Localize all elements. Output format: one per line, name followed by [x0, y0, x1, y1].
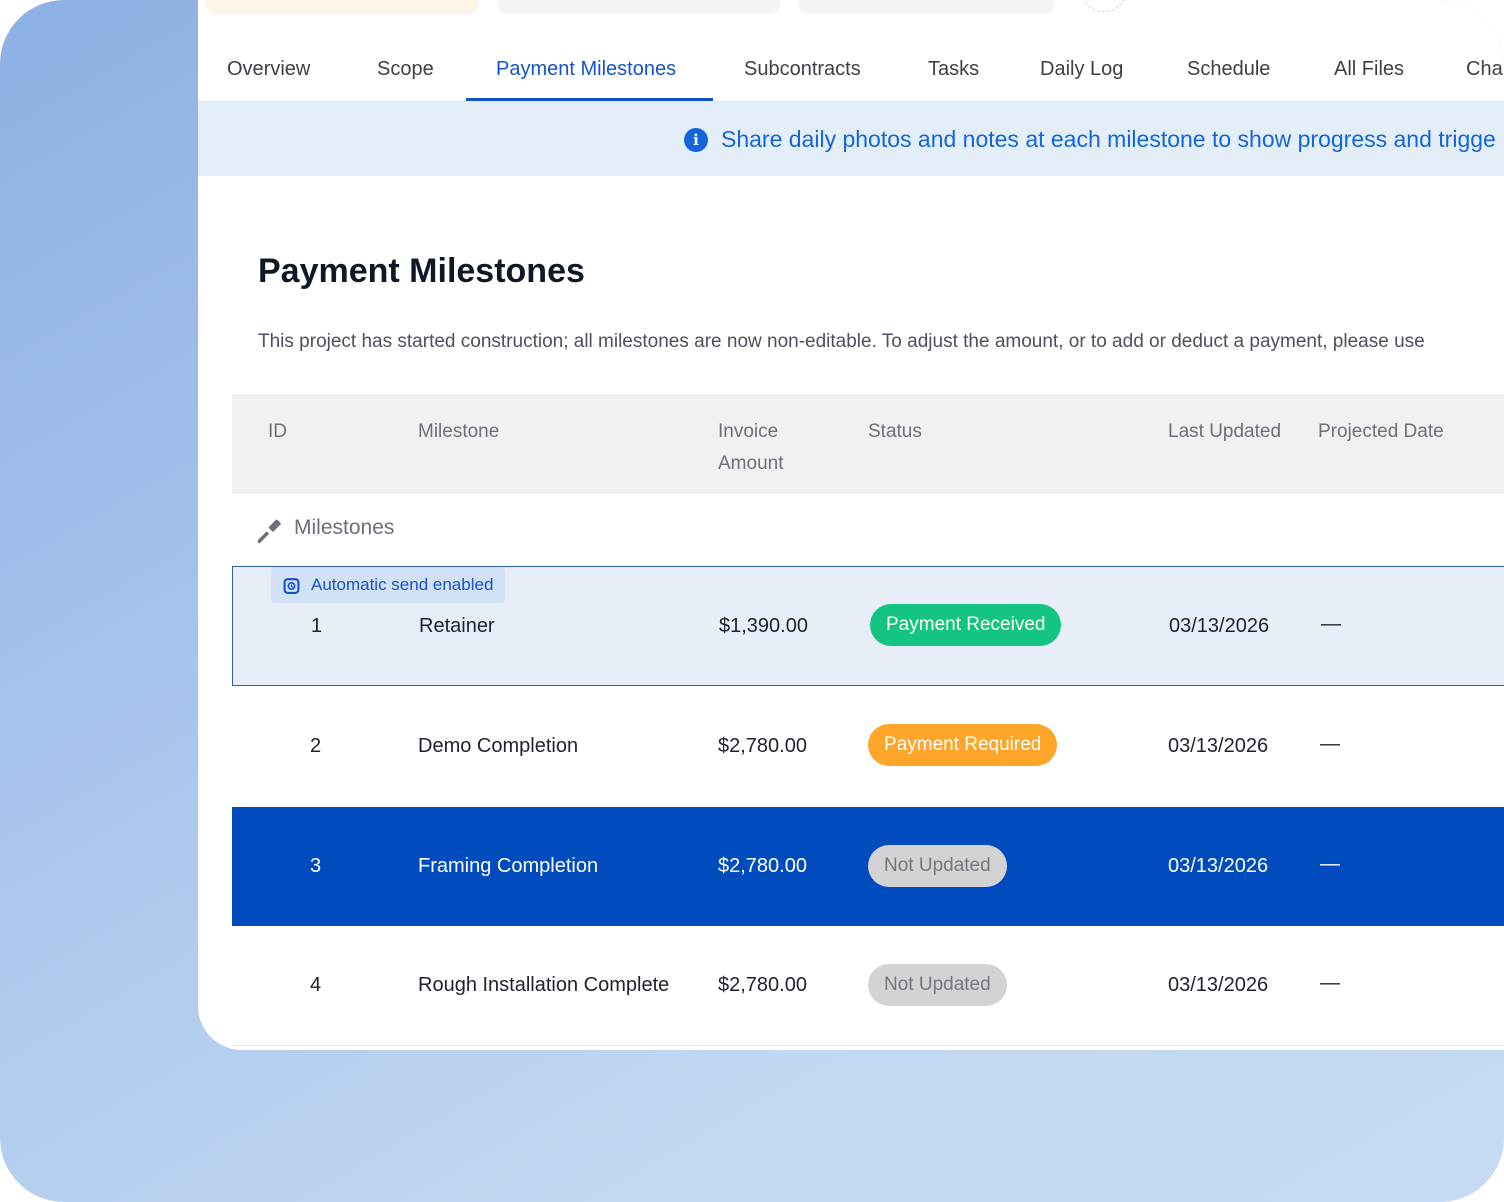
- tab-daily-log[interactable]: Daily Log: [1040, 48, 1123, 102]
- row-milestone: Framing Completion: [418, 855, 599, 877]
- row-projected-date: —: [1320, 733, 1340, 755]
- column-header-projected-date: Projected Date: [1318, 421, 1444, 442]
- tab-tasks[interactable]: Tasks: [928, 48, 979, 102]
- auto-send-label: Automatic send enabled: [311, 575, 494, 594]
- info-banner: i Share daily photos and notes at each m…: [198, 102, 1504, 176]
- column-header-status: Status: [868, 421, 922, 442]
- row-amount: $1,390.00: [719, 615, 808, 637]
- banner-text: Share daily photos and notes at each mil…: [721, 126, 1496, 152]
- row-projected-date: —: [1321, 613, 1341, 635]
- table-row[interactable]: Automatic send enabled 1 Retainer $1,390…: [232, 566, 1504, 686]
- top-pill[interactable]: [798, 0, 1054, 14]
- table-row-selected[interactable]: 3 Framing Completion $2,780.00 Not Updat…: [232, 807, 1504, 927]
- row-id: 4: [310, 974, 322, 996]
- tab-all-files[interactable]: All Files: [1334, 48, 1404, 102]
- group-label: Milestones: [294, 516, 395, 539]
- row-amount: $2,780.00: [718, 735, 807, 757]
- row-milestone: Rough Installation Complete: [418, 974, 670, 996]
- row-projected-date: —: [1320, 972, 1340, 994]
- tab-overview[interactable]: Overview: [227, 48, 310, 102]
- row-last-updated: 03/13/2026: [1168, 855, 1269, 877]
- status-badge: Payment Required: [868, 724, 1058, 766]
- row-last-updated: 03/13/2026: [1168, 735, 1269, 757]
- row-milestone: Demo Completion: [418, 735, 579, 757]
- column-header-invoice-amount: Invoice Amount: [718, 416, 783, 480]
- row-milestone: Retainer: [419, 615, 495, 637]
- avatar-placeholder[interactable]: [1084, 0, 1124, 12]
- background-frame: Overview Scope Payment Milestones Subcon…: [0, 0, 1504, 1202]
- active-tab-indicator: [466, 98, 713, 101]
- table-header: ID Milestone Invoice Amount Status Last …: [232, 394, 1504, 494]
- auto-send-badge: Automatic send enabled: [271, 567, 506, 603]
- top-pill[interactable]: [498, 0, 780, 14]
- column-header-id: ID: [268, 421, 287, 442]
- row-id: 1: [311, 615, 323, 637]
- row-amount: $2,780.00: [718, 974, 807, 996]
- info-icon: i: [684, 128, 708, 152]
- row-last-updated: 03/13/2026: [1168, 974, 1269, 996]
- tab-cha[interactable]: Cha: [1466, 48, 1503, 102]
- column-header-invoice-line1: Invoice: [718, 421, 779, 442]
- row-projected-date: —: [1320, 853, 1340, 875]
- milestone-group-header: Milestones: [232, 494, 1504, 566]
- column-header-last-updated: Last Updated: [1168, 421, 1282, 442]
- status-badge: Not Updated: [868, 845, 1007, 887]
- app-window: Overview Scope Payment Milestones Subcon…: [198, 0, 1504, 1050]
- column-header-invoice-line2: Amount: [718, 453, 784, 474]
- tab-scope[interactable]: Scope: [377, 48, 434, 102]
- row-id: 2: [310, 735, 322, 757]
- tab-payment-milestones[interactable]: Payment Milestones: [496, 48, 676, 102]
- row-id: 3: [310, 855, 322, 877]
- row-last-updated: 03/13/2026: [1169, 615, 1270, 637]
- page-description: This project has started construction; a…: [258, 331, 1425, 352]
- tab-schedule[interactable]: Schedule: [1187, 48, 1270, 102]
- row-amount: $2,780.00: [718, 855, 807, 877]
- page-title: Payment Milestones: [258, 252, 585, 290]
- top-pill[interactable]: [206, 0, 478, 14]
- tab-subcontracts[interactable]: Subcontracts: [744, 48, 861, 102]
- hammer-icon: [258, 519, 281, 544]
- column-header-milestone: Milestone: [418, 421, 500, 442]
- table-row[interactable]: 2 Demo Completion $2,780.00 Payment Requ…: [232, 686, 1504, 806]
- tab-bar: Overview Scope Payment Milestones Subcon…: [198, 48, 1504, 102]
- clock-icon: [283, 578, 300, 594]
- table-row[interactable]: 4 Rough Installation Complete $2,780.00 …: [232, 926, 1504, 1046]
- status-badge: Payment Received: [870, 604, 1062, 646]
- status-badge: Not Updated: [868, 964, 1007, 1006]
